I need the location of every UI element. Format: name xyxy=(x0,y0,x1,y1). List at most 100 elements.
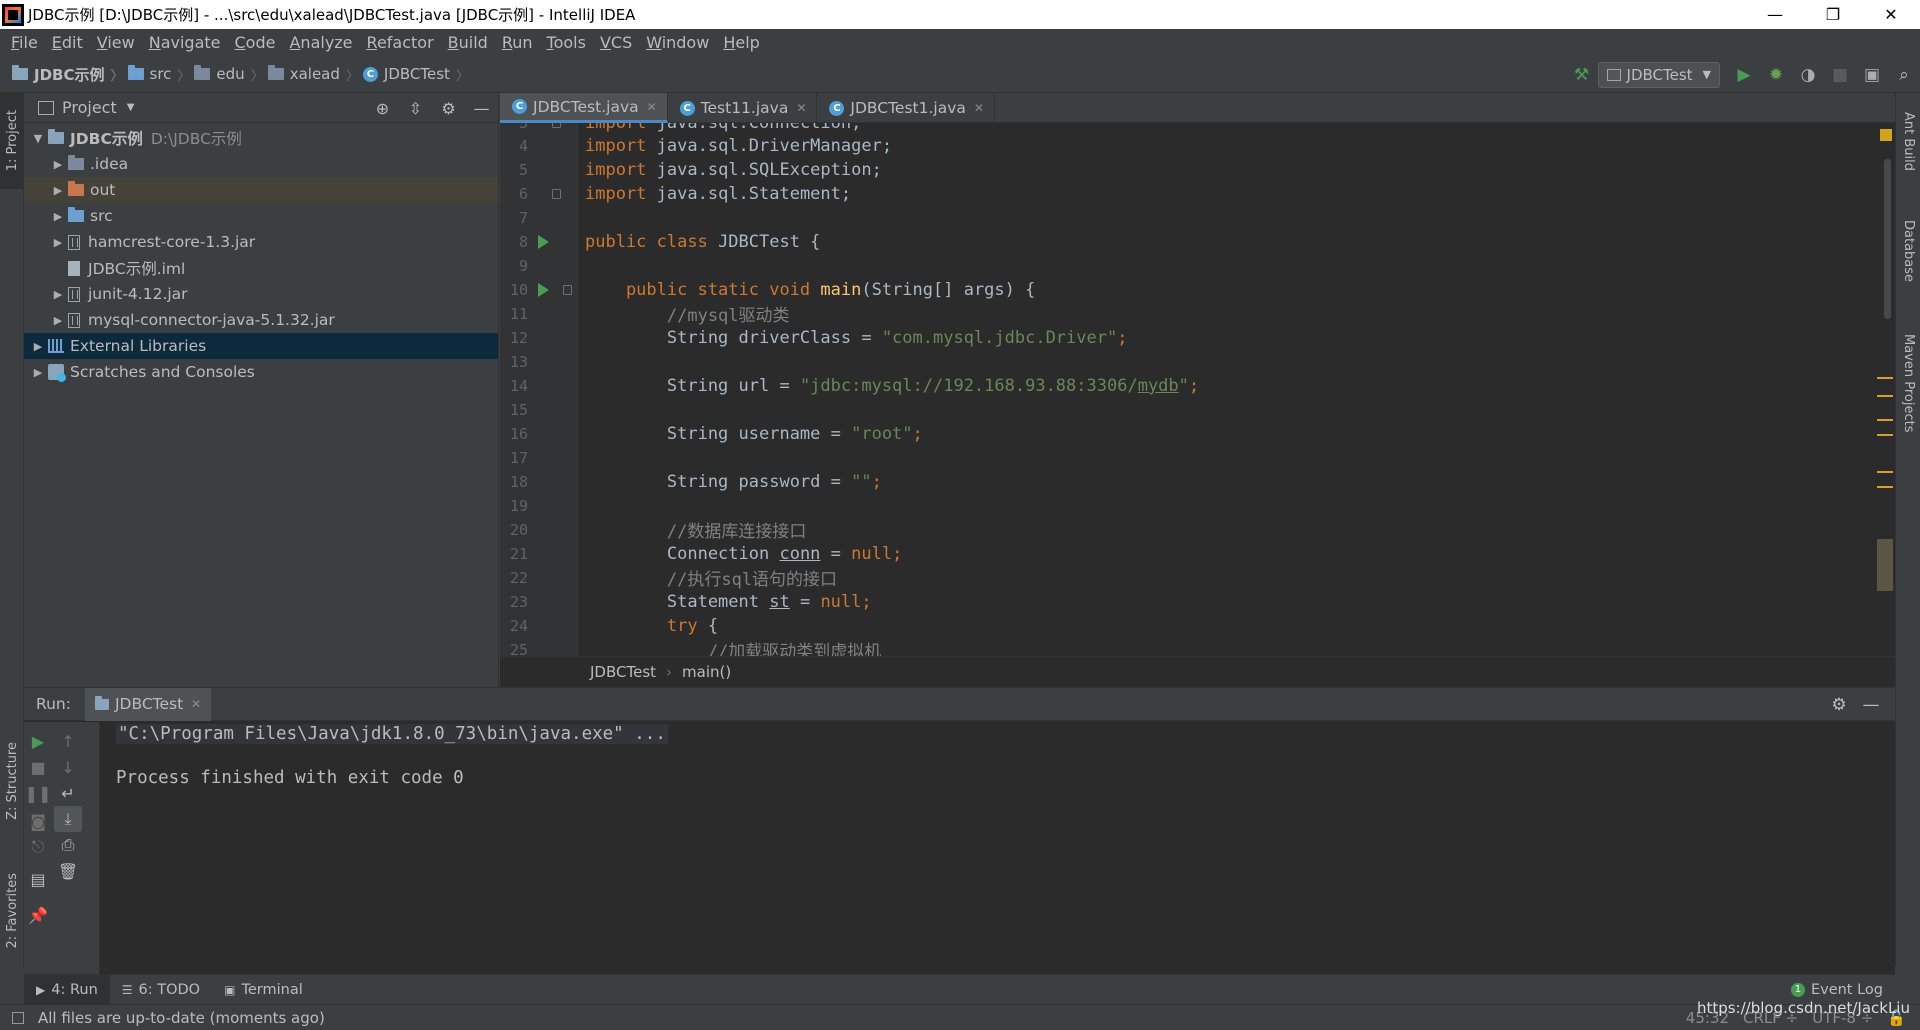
close-tab-icon[interactable]: ✕ xyxy=(191,697,201,711)
close-button[interactable]: ✕ xyxy=(1862,0,1920,29)
minimize-button[interactable]: — xyxy=(1746,0,1804,29)
arrow-down-icon[interactable]: ↓ xyxy=(54,754,82,780)
arrow-up-icon[interactable]: ↑ xyxy=(54,728,82,754)
tab-test11[interactable]: C Test11.java ✕ xyxy=(668,93,818,123)
tab-project[interactable]: 1: Project xyxy=(0,93,24,189)
scroll-to-end-icon[interactable]: ⤓ xyxy=(54,806,82,832)
tab-todo[interactable]: ☰ 6: TODO xyxy=(110,975,212,1005)
tree-item-project-root[interactable]: ▼ JDBC示例 D:\JDBC示例 xyxy=(24,125,498,151)
breadcrumb-class[interactable]: C JDBCTest 〉 xyxy=(362,65,469,84)
menu-edit[interactable]: Edit xyxy=(45,33,90,52)
collapsed-arrow-icon[interactable]: ▶ xyxy=(28,340,48,353)
collapsed-arrow-icon[interactable]: ▶ xyxy=(48,314,68,327)
debug-bug-icon[interactable]: ✹ xyxy=(1760,56,1792,93)
menu-build[interactable]: Build xyxy=(441,33,495,52)
scroll-position-marker[interactable] xyxy=(1877,539,1893,591)
gear-icon[interactable]: ⚙ xyxy=(432,99,465,118)
breadcrumb-class[interactable]: JDBCTest xyxy=(590,663,656,681)
collapse-all-icon[interactable]: ⇳ xyxy=(399,99,432,118)
rerun-icon[interactable]: ▶ xyxy=(24,728,52,754)
tree-item-external-libraries[interactable]: ▶ External Libraries xyxy=(24,333,498,359)
warning-mark[interactable] xyxy=(1877,434,1893,436)
warning-mark[interactable] xyxy=(1877,377,1893,379)
breadcrumb-src[interactable]: src 〉 xyxy=(127,65,190,84)
run-icon[interactable]: ▶ xyxy=(1728,56,1760,93)
error-stripe[interactable] xyxy=(1875,123,1895,656)
hide-panel-icon[interactable]: — xyxy=(465,99,498,118)
collapsed-arrow-icon[interactable]: ▶ xyxy=(48,210,68,223)
menu-run[interactable]: Run xyxy=(495,33,540,52)
code-editor[interactable]: 3 import java.sql.Connection; 4 import jav… xyxy=(500,123,1895,656)
breadcrumb-project[interactable]: JDBC示例 〉 xyxy=(12,64,124,85)
fold-icon[interactable] xyxy=(563,284,572,295)
pause-icon[interactable]: ❚❚ xyxy=(24,780,52,806)
tree-item-out[interactable]: ▶ out xyxy=(24,177,498,203)
collapsed-arrow-icon[interactable]: ▶ xyxy=(48,288,68,301)
tab-jdbctest[interactable]: C JDBCTest.java ✕ xyxy=(500,93,668,123)
menu-view[interactable]: View xyxy=(90,33,142,52)
collapsed-arrow-icon[interactable]: ▶ xyxy=(28,366,48,379)
menu-vcs[interactable]: VCS xyxy=(593,33,639,52)
stop-icon[interactable]: ■ xyxy=(24,754,52,780)
tree-item-src[interactable]: ▶ src xyxy=(24,203,498,229)
tree-item-scratches[interactable]: ▶ Scratches and Consoles xyxy=(24,359,498,385)
fold-icon[interactable] xyxy=(552,123,561,128)
close-tab-icon[interactable]: ✕ xyxy=(974,101,984,115)
hide-panel-icon[interactable]: — xyxy=(1855,695,1887,715)
tab-terminal[interactable]: ▣ Terminal xyxy=(212,975,315,1005)
tree-item-hamcrest-jar[interactable]: ▶ hamcrest-core-1.3.jar xyxy=(24,229,498,255)
project-structure-icon[interactable]: ▣ xyxy=(1856,56,1888,93)
console-output[interactable]: "C:\Program Files\Java\jdk1.8.0_73\bin\j… xyxy=(116,722,668,792)
search-icon[interactable]: ⌕ xyxy=(1888,56,1920,93)
menu-code[interactable]: Code xyxy=(228,33,283,52)
run-gutter-icon[interactable] xyxy=(538,282,549,297)
tab-database[interactable]: Database xyxy=(1896,211,1920,291)
menu-tools[interactable]: Tools xyxy=(540,33,593,52)
tab-jdbctest1[interactable]: C JDBCTest1.java ✕ xyxy=(817,93,995,123)
close-tab-icon[interactable]: ✕ xyxy=(796,101,806,115)
tree-item-mysql-jar[interactable]: ▶ mysql-connector-java-5.1.32.jar xyxy=(24,307,498,333)
tree-item-junit-jar[interactable]: ▶ junit-4.12.jar xyxy=(24,281,498,307)
warning-indicator-icon[interactable] xyxy=(1880,129,1892,141)
coverage-icon[interactable]: ◑ xyxy=(1792,56,1824,93)
menu-file[interactable]: File xyxy=(4,33,45,52)
layout-icon[interactable]: ▤ xyxy=(24,866,52,892)
menu-analyze[interactable]: Analyze xyxy=(282,33,359,52)
locate-crosshair-icon[interactable]: ⊕ xyxy=(366,99,399,118)
tree-item-idea[interactable]: ▶ .idea xyxy=(24,151,498,177)
build-hammer-icon[interactable]: ⚒ xyxy=(1566,56,1598,93)
tab-structure[interactable]: Z: Structure xyxy=(0,733,24,828)
gear-icon[interactable]: ⚙ xyxy=(1823,695,1855,715)
collapsed-arrow-icon[interactable]: ▶ xyxy=(48,158,68,171)
breadcrumb-xalead[interactable]: xalead 〉 xyxy=(267,65,359,84)
close-tab-icon[interactable]: ✕ xyxy=(647,100,657,114)
menu-navigate[interactable]: Navigate xyxy=(142,33,228,52)
run-configuration-select[interactable]: JDBCTest ▼ xyxy=(1597,61,1720,88)
stop-icon[interactable]: ■ xyxy=(1824,56,1856,93)
tab-run[interactable]: ▶ 4: Run xyxy=(24,974,110,1005)
project-view-select[interactable]: Project ▼ xyxy=(38,98,134,117)
vertical-scrollbar[interactable] xyxy=(1884,159,1891,319)
breadcrumb-edu[interactable]: edu 〉 xyxy=(194,65,264,84)
menu-help[interactable]: Help xyxy=(716,33,766,52)
tool-windows-toggle-icon[interactable] xyxy=(12,1011,24,1024)
warning-mark[interactable] xyxy=(1877,419,1893,421)
expanded-arrow-icon[interactable]: ▼ xyxy=(28,132,48,145)
tab-maven-projects[interactable]: Maven Projects xyxy=(1896,323,1920,443)
tab-ant-build[interactable]: Ant Build xyxy=(1896,101,1920,181)
warning-mark[interactable] xyxy=(1877,486,1893,488)
warning-mark[interactable] xyxy=(1877,395,1893,397)
pin-icon[interactable]: 📌 xyxy=(24,902,52,928)
trash-icon[interactable]: 🗑 xyxy=(54,858,82,884)
camera-icon[interactable]: ◙ xyxy=(24,808,52,834)
collapsed-arrow-icon[interactable]: ▶ xyxy=(48,236,68,249)
tab-favorites[interactable]: 2: Favorites xyxy=(0,861,24,961)
soft-wrap-icon[interactable]: ↵ xyxy=(54,780,82,806)
fold-icon[interactable] xyxy=(552,188,561,199)
maximize-button[interactable]: ❐ xyxy=(1804,0,1862,29)
run-gutter-icon[interactable] xyxy=(538,234,549,249)
run-tab-jdbctest[interactable]: JDBCTest ✕ xyxy=(84,687,212,721)
menu-refactor[interactable]: Refactor xyxy=(360,33,441,52)
breadcrumb-method[interactable]: main() xyxy=(682,663,731,681)
print-icon[interactable]: ⎙ xyxy=(54,832,82,858)
